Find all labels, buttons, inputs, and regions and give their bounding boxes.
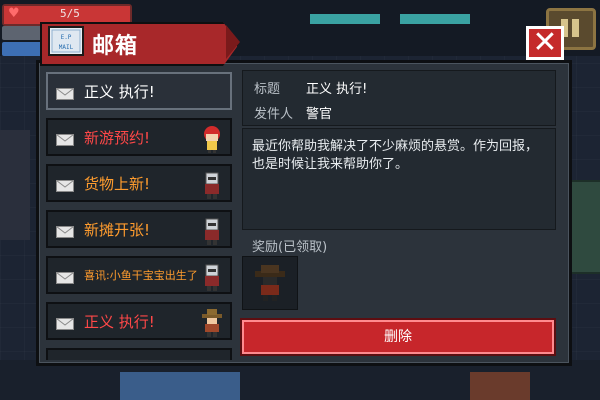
floor-object-2 [470,372,530,400]
delete-button[interactable]: 删除 [242,320,554,354]
mail-item[interactable]: 货物上新! [46,164,232,202]
sender-value: 警官 [306,107,333,122]
knight-icon [200,263,224,291]
mail-item-label: 新游预约! [84,128,151,147]
knight-icon [200,171,224,199]
cowboy-hat-icon [255,265,285,301]
mail-item[interactable]: 正义 执行! [46,72,232,110]
mail-item[interactable]: 新摊开张! [46,210,232,248]
envelope-icon [56,131,74,146]
top-decor-1 [310,14,380,24]
red-cap-kid-icon [200,125,224,153]
mail-list[interactable]: 正义 执行!新游预约!货物上新!新摊开张!喜讯:小鱼干宝宝出生了正义 执行!教官… [46,70,234,360]
sheriff-icon [200,309,224,337]
mail-item[interactable]: 教官的来信 [46,348,232,360]
energy-bar [2,42,42,56]
mailbox-icon-top-text: E.P [61,34,72,41]
mail-item[interactable]: 新游预约! [46,118,232,156]
mail-item-label: 正义 执行! [84,312,155,331]
reward-slot[interactable] [242,256,298,310]
sender-label: 发件人 [254,107,294,122]
envelope-icon [56,223,74,238]
mailbox-icon: E.P MAIL [48,26,84,56]
envelope-icon [56,315,74,330]
envelope-icon [56,85,74,100]
mail-item-label: 正义 执行! [84,82,155,101]
mail-item-label: 喜讯:小鱼干宝宝出生了 [84,269,198,282]
mail-item-label: 教官的来信 [84,357,159,361]
mail-body-text: 最近你帮助我解决了不少麻烦的悬赏。作为回报，也是时候让我来帮助你了。 [252,139,539,172]
health-text: 5/5 [60,7,80,20]
mail-item[interactable]: 喜讯:小鱼干宝宝出生了 [46,256,232,294]
envelope-icon [56,269,74,284]
heart-icon: ♥ [8,6,20,21]
mail-item-label: 货物上新! [84,174,151,193]
left-wall-decor [0,130,30,240]
side-shelf [568,180,600,274]
reward-label: 奖励(已领取) [252,240,328,255]
mail-item[interactable]: 正义 执行! [46,302,232,340]
mailbox-icon-bottom-text: MAIL [59,44,74,51]
subject-label: 标题 [254,82,281,97]
top-decor-2 [400,14,470,24]
dialog-title: 邮箱 [92,34,139,59]
floor-object-1 [120,372,240,400]
subject-value: 正义 执行! [306,82,368,97]
close-button[interactable]: ✕ [526,26,564,60]
close-icon: ✕ [532,25,558,60]
knight-icon [200,217,224,245]
mail-item-label: 新摊开张! [84,220,151,239]
armor-bar [2,26,42,40]
envelope-icon [56,177,74,192]
